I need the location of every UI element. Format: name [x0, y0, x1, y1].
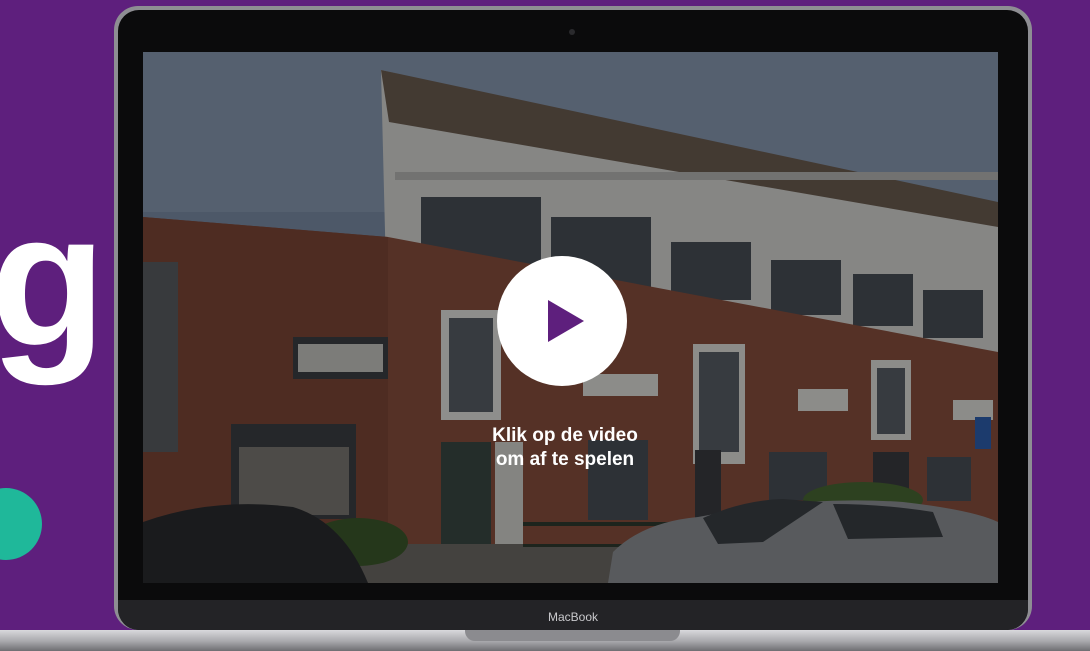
- play-button[interactable]: [497, 256, 627, 386]
- camera-icon: [569, 29, 575, 35]
- laptop-brand-label: MacBook: [547, 610, 599, 624]
- video-player[interactable]: Klik op de video om af te spelen: [143, 52, 998, 583]
- video-caption: Klik op de video om af te spelen: [440, 424, 690, 472]
- background-accent-dot: [0, 488, 42, 560]
- play-icon: [548, 300, 584, 342]
- video-caption-line-2: om af te spelen: [495, 449, 635, 470]
- background-logo-letter: g: [0, 174, 107, 386]
- video-caption-line-1: Klik op de video: [492, 425, 638, 446]
- laptop-base-notch: [465, 630, 680, 641]
